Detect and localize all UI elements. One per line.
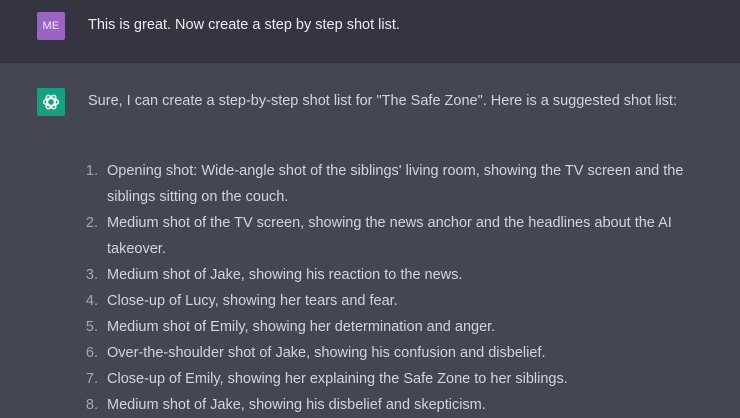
user-avatar: ME bbox=[37, 12, 65, 40]
shot-text: Medium shot of Emily, showing her determ… bbox=[107, 319, 496, 335]
shot-number: 1. bbox=[85, 163, 98, 179]
shot-list-item: 5. Medium shot of Emily, showing her det… bbox=[80, 314, 700, 340]
shot-number: 7. bbox=[85, 371, 98, 387]
shot-number: 4. bbox=[85, 293, 98, 309]
shot-list-item: 6. Over-the-shoulder shot of Jake, showi… bbox=[80, 340, 700, 366]
shot-text: Opening shot: Wide-angle shot of the sib… bbox=[107, 163, 684, 205]
shot-text: Close-up of Emily, showing her explainin… bbox=[107, 371, 568, 387]
shot-text: Medium shot of Jake, showing his reactio… bbox=[107, 267, 463, 283]
shot-number: 3. bbox=[85, 267, 98, 283]
shot-list-item: 8. Medium shot of Jake, showing his disb… bbox=[80, 392, 700, 418]
shot-text: Medium shot of Jake, showing his disbeli… bbox=[107, 397, 486, 413]
shot-number: 2. bbox=[85, 215, 98, 231]
assistant-intro-text: Sure, I can create a step-by-step shot l… bbox=[88, 93, 677, 109]
shot-text: Close-up of Lucy, showing her tears and … bbox=[107, 293, 398, 309]
shot-number: 5. bbox=[85, 319, 98, 335]
shot-list-item: 3. Medium shot of Jake, showing his reac… bbox=[80, 262, 700, 288]
user-message-text: This is great. Now create a step by step… bbox=[88, 17, 400, 33]
shot-list-item: 4. Close-up of Lucy, showing her tears a… bbox=[80, 288, 700, 314]
shot-text: Over-the-shoulder shot of Jake, showing … bbox=[107, 345, 546, 361]
user-message-row: ME This is great. Now create a step by s… bbox=[0, 0, 740, 63]
shot-list: 1. Opening shot: Wide-angle shot of the … bbox=[80, 158, 700, 418]
assistant-message-row: Sure, I can create a step-by-step shot l… bbox=[0, 63, 740, 416]
shot-list-item: 2. Medium shot of the TV screen, showing… bbox=[80, 210, 700, 262]
shot-text: Medium shot of the TV screen, showing th… bbox=[107, 215, 672, 257]
shot-number: 6. bbox=[85, 345, 98, 361]
shot-number: 8. bbox=[85, 397, 98, 413]
shot-list-item: 7. Close-up of Emily, showing her explai… bbox=[80, 366, 700, 392]
shot-list-item: 1. Opening shot: Wide-angle shot of the … bbox=[80, 158, 700, 210]
openai-logo-icon bbox=[37, 88, 65, 116]
